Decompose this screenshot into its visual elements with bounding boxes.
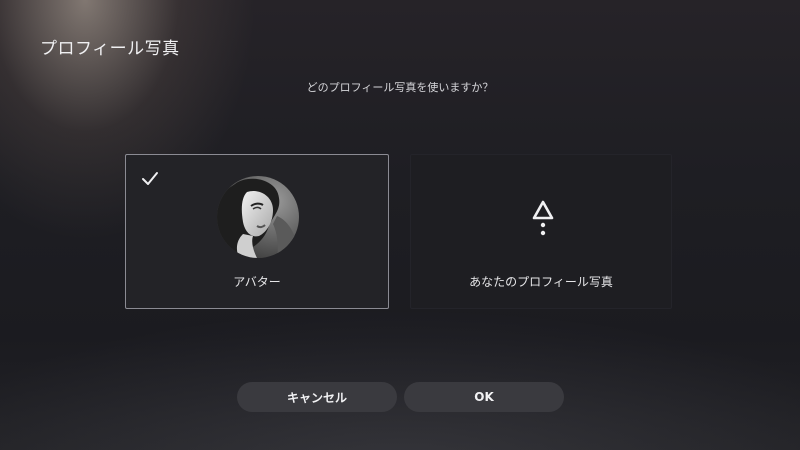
prompt-question: どのプロフィール写真を使いますか？ <box>306 81 494 94</box>
cancel-button[interactable]: キャンセル <box>237 382 397 412</box>
page-title: プロフィール写真 <box>40 39 180 59</box>
ok-button[interactable]: OK <box>404 382 564 412</box>
profile-photo-option-label: あなたのプロフィール写真 <box>469 275 613 289</box>
profile-photo-screen: プロフィール写真 どのプロフィール写真を使いますか？ アバター あなたのプロフィ… <box>0 0 800 450</box>
checkmark-icon <box>142 172 158 185</box>
triangle-dots-icon <box>532 200 554 236</box>
avatar-option-card[interactable]: アバター <box>125 154 389 309</box>
avatar-image <box>217 176 299 258</box>
profile-photo-option-card[interactable]: あなたのプロフィール写真 <box>410 154 672 309</box>
avatar-option-label: アバター <box>233 275 281 289</box>
